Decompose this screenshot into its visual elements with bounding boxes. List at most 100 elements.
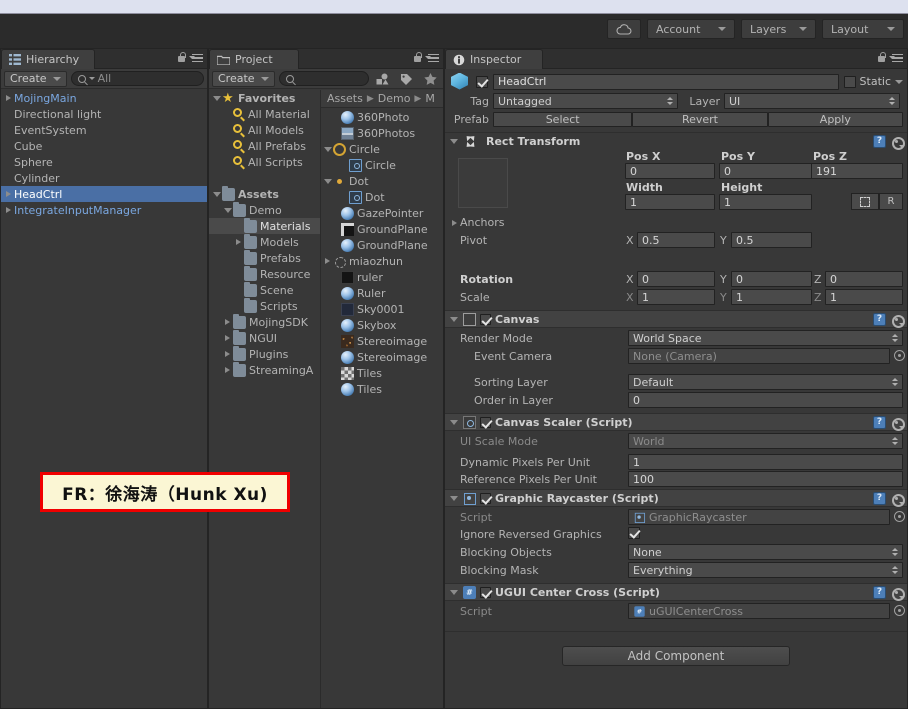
- project-asset-item[interactable]: Skybox: [321, 317, 443, 333]
- blueprint-mode-button[interactable]: [851, 193, 879, 210]
- project-folder-plugins[interactable]: Plugins: [209, 345, 320, 362]
- breadcrumb-segment[interactable]: Assets: [327, 92, 363, 105]
- lock-icon[interactable]: [413, 52, 422, 63]
- tab-inspector[interactable]: Inspector: [445, 49, 543, 69]
- canvas-header[interactable]: Canvas ?: [445, 310, 907, 328]
- hierarchy-item-mojingmain[interactable]: MojingMain: [1, 90, 207, 106]
- project-asset-item[interactable]: Tiles: [321, 365, 443, 381]
- hierarchy-tree[interactable]: MojingMain Directional light EventSystem Cu…: [1, 90, 207, 708]
- object-picker-icon[interactable]: [894, 605, 905, 616]
- project-asset-item[interactable]: Stereoimage: [321, 333, 443, 349]
- layout-button[interactable]: Layout: [822, 19, 904, 39]
- project-asset-item[interactable]: Stereoimage: [321, 349, 443, 365]
- gear-icon[interactable]: [890, 135, 905, 150]
- project-folder-scripts[interactable]: Scripts: [209, 297, 320, 314]
- project-asset-item[interactable]: ruler: [321, 269, 443, 285]
- hierarchy-item-headctrl[interactable]: HeadCtrl: [1, 186, 207, 202]
- width-field[interactable]: 1: [625, 194, 715, 210]
- graphic-raycaster-header[interactable]: Graphic Raycaster (Script) ?: [445, 489, 907, 507]
- gear-icon[interactable]: [890, 492, 905, 507]
- foldout-icon[interactable]: [448, 495, 459, 501]
- hierarchy-item-sphere[interactable]: Sphere: [1, 154, 207, 170]
- object-enabled-checkbox[interactable]: [476, 75, 488, 88]
- foldout-icon[interactable]: [3, 207, 14, 213]
- chevron-down-icon[interactable]: [895, 79, 903, 84]
- gr-script-field[interactable]: GraphicRaycaster: [628, 509, 890, 525]
- project-folder-all scripts[interactable]: All Scripts: [209, 154, 320, 170]
- project-folder-favorites[interactable]: ★ Favorites: [209, 90, 320, 106]
- project-folder-all models[interactable]: All Models: [209, 122, 320, 138]
- object-picker-icon[interactable]: [894, 511, 905, 522]
- hierarchy-item-eventsystem[interactable]: EventSystem: [1, 122, 207, 138]
- scale-y-field[interactable]: 1: [731, 289, 812, 305]
- add-component-button[interactable]: Add Component: [562, 646, 790, 666]
- rotation-z-field[interactable]: 0: [825, 271, 903, 287]
- graphic-raycaster-enabled-checkbox[interactable]: [480, 492, 491, 504]
- hierarchy-item-directional-light[interactable]: Directional light: [1, 106, 207, 122]
- favorites-filter-button[interactable]: [420, 70, 440, 88]
- object-name-field[interactable]: HeadCtrl: [493, 73, 839, 90]
- rotation-x-field[interactable]: 0: [637, 271, 715, 287]
- project-asset-item[interactable]: miaozhun: [321, 253, 443, 269]
- gear-icon[interactable]: [890, 586, 905, 601]
- render-mode-dropdown[interactable]: World Space: [628, 330, 903, 346]
- project-asset-item[interactable]: Tiles: [321, 381, 443, 397]
- lock-icon[interactable]: [177, 52, 186, 63]
- hierarchy-item-cylinder[interactable]: Cylinder: [1, 170, 207, 186]
- order-in-layer-field[interactable]: 0: [628, 392, 903, 408]
- panel-menu-icon[interactable]: [189, 53, 203, 63]
- project-asset-item[interactable]: 360Photos: [321, 125, 443, 141]
- layer-dropdown[interactable]: UI: [724, 93, 900, 109]
- project-folder-all material[interactable]: All Material: [209, 106, 320, 122]
- canvas-scaler-header[interactable]: Canvas Scaler (Script) ?: [445, 413, 907, 431]
- tab-project[interactable]: Project: [209, 49, 299, 69]
- foldout-icon[interactable]: [449, 219, 460, 226]
- foldout-icon[interactable]: [448, 139, 459, 144]
- foldout-icon[interactable]: [222, 367, 233, 373]
- pos-y-field[interactable]: 0: [719, 163, 812, 179]
- hierarchy-create-button[interactable]: Create: [4, 70, 67, 87]
- project-folder-ngui[interactable]: NGUI: [209, 329, 320, 346]
- help-icon[interactable]: ?: [873, 415, 886, 429]
- gear-icon[interactable]: [890, 416, 905, 431]
- foldout-icon[interactable]: [3, 191, 14, 197]
- tab-hierarchy[interactable]: Hierarchy: [1, 49, 95, 69]
- prefab-apply-button[interactable]: Apply: [767, 111, 903, 127]
- ignore-reversed-checkbox[interactable]: [628, 527, 640, 539]
- hierarchy-search-input[interactable]: All: [70, 71, 204, 86]
- project-asset-list[interactable]: 360Photo 360Photos Circle Circle Dot Dot GazeP…: [321, 109, 443, 708]
- prefab-select-button[interactable]: Select: [493, 111, 633, 127]
- foldout-icon[interactable]: [211, 95, 222, 101]
- pos-x-field[interactable]: 0: [625, 163, 715, 179]
- reference-ppu-field[interactable]: 100: [628, 471, 903, 487]
- anchor-preview-box[interactable]: [458, 158, 508, 208]
- foldout-icon[interactable]: [448, 419, 459, 425]
- foldout-icon[interactable]: [322, 258, 333, 264]
- pos-z-field[interactable]: 191: [811, 163, 903, 179]
- static-toggle-group[interactable]: Static: [843, 75, 903, 88]
- breadcrumb[interactable]: Assets ▶ Demo ▶ M: [321, 90, 443, 108]
- ui-scale-mode-dropdown[interactable]: World: [628, 433, 903, 449]
- pivot-x-field[interactable]: 0.5: [637, 232, 715, 248]
- scale-x-field[interactable]: 1: [637, 289, 715, 305]
- rotation-y-field[interactable]: 0: [731, 271, 812, 287]
- project-asset-item[interactable]: Ruler: [321, 285, 443, 301]
- project-folder-models[interactable]: Models: [209, 233, 320, 250]
- project-folder-assets[interactable]: Assets: [209, 185, 320, 202]
- breadcrumb-segment[interactable]: Demo: [378, 92, 411, 105]
- hierarchy-item-cube[interactable]: Cube: [1, 138, 207, 154]
- project-asset-item[interactable]: GazePointer: [321, 205, 443, 221]
- project-folder-prefabs[interactable]: Prefabs: [209, 249, 320, 266]
- project-asset-item[interactable]: Dot: [321, 173, 443, 189]
- project-folder-mojingsdk[interactable]: MojingSDK: [209, 313, 320, 330]
- foldout-icon[interactable]: [211, 191, 222, 197]
- filter-by-label-button[interactable]: [396, 70, 416, 88]
- project-asset-item[interactable]: Circle: [321, 157, 443, 173]
- tag-dropdown[interactable]: Untagged: [493, 93, 678, 109]
- help-icon[interactable]: ?: [873, 135, 886, 148]
- canvas-scaler-enabled-checkbox[interactable]: [480, 416, 491, 428]
- foldout-icon[interactable]: [222, 207, 233, 213]
- panel-menu-icon[interactable]: [889, 53, 903, 63]
- foldout-icon[interactable]: [322, 178, 333, 184]
- project-asset-item[interactable]: GroundPlane: [321, 221, 443, 237]
